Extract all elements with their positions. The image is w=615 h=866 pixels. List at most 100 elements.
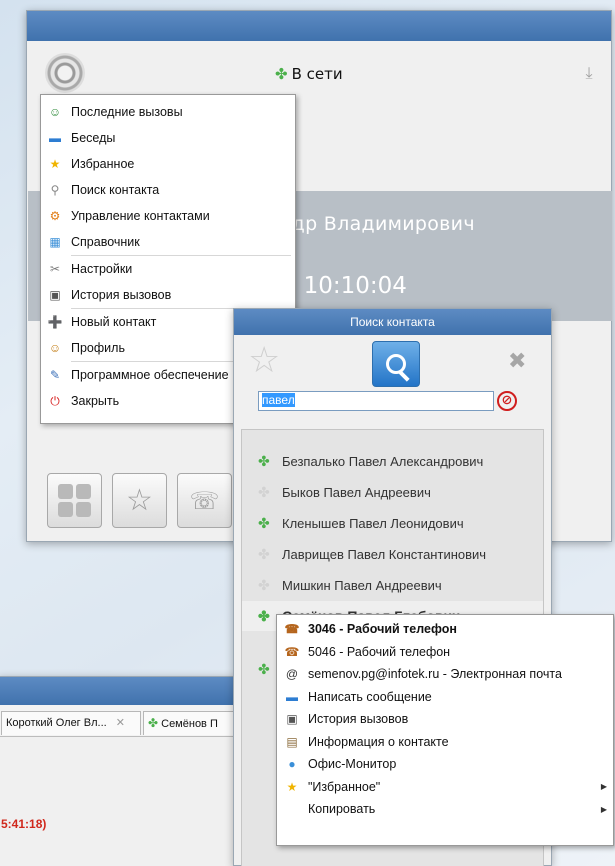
search-query: павел [262, 393, 295, 407]
software-icon: ✎ [49, 368, 61, 382]
menu-item-label: Закрыть [71, 394, 120, 408]
menu-item-label: Последние вызовы [71, 105, 183, 119]
contact-name: Мишкин Павел Андреевич [282, 577, 442, 593]
online-clover-icon: ✤ [258, 452, 270, 469]
chat-titlebar [0, 677, 238, 705]
tab-chat-2[interactable]: ✤ Семёнов П [143, 711, 243, 735]
contact-result-row[interactable]: ✤ Мишкин Павел Андреевич [242, 570, 543, 600]
menu-item[interactable]: ▬ Беседы [41, 125, 295, 151]
context-menu-item[interactable]: ☎ 3046 - Рабочий телефон [277, 618, 613, 641]
offline-clover-icon: ✤ [258, 576, 270, 593]
context-menu-item-label: "Избранное" [308, 779, 381, 794]
online-clover-icon: ✤ [148, 716, 159, 730]
menu-item[interactable]: ▣ История вызовов [41, 282, 295, 308]
menu-item[interactable]: ⚲ Поиск контакта [41, 177, 295, 203]
contact-name: Безпалько Павел Александрович [282, 453, 484, 469]
context-menu-item-label: Офис-Монитор [308, 757, 397, 772]
blank-icon [284, 801, 300, 817]
context-menu-item[interactable]: ▤ Информация о контакте [277, 731, 613, 754]
submenu-arrow-icon: ▶ [600, 804, 607, 814]
search-input[interactable]: павел [258, 391, 494, 411]
clear-search-button[interactable]: ⊘ [497, 391, 517, 411]
people-icon: ☺ [48, 105, 62, 119]
context-menu-item-label: Написать сообщение [308, 689, 432, 704]
presence-status[interactable]: ✤ В сети [275, 65, 343, 83]
history-icon: ▣ [49, 288, 61, 302]
context-menu-item-label: 5046 - Рабочий телефон [308, 644, 451, 659]
favorites-star-icon[interactable]: ☆ [248, 343, 280, 379]
close-app-icon: ⏻ [50, 393, 60, 408]
contact-result-row[interactable]: ✤ Безпалько Павел Александрович [242, 446, 543, 476]
directory-icon: ▦ [49, 235, 61, 249]
menu-item[interactable]: ✂ Настройки [41, 256, 295, 282]
email-icon: @ [285, 667, 299, 682]
contacts-gear-icon: ⚙ [49, 209, 61, 223]
context-menu-item-label: Копировать [308, 802, 376, 817]
context-menu-item[interactable]: ☎ 5046 - Рабочий телефон [277, 641, 613, 664]
search-icon: ⚲ [50, 183, 60, 197]
app-logo-button[interactable] [45, 53, 85, 93]
monitor-icon: ● [288, 757, 296, 772]
contact-name: Кленышев Павел Леонидович [282, 515, 464, 531]
context-menu-item[interactable]: ▣ История вызовов [277, 708, 613, 731]
offline-clover-icon: ✤ [258, 483, 270, 500]
history-icon: ▣ [286, 712, 298, 727]
context-menu-item[interactable]: ★ "Избранное" ▶ [277, 776, 613, 799]
apps-grid-button[interactable] [47, 473, 102, 528]
chat-window: Короткий Олег Вл... ✕ ✤ Семёнов П 5:41:1… [0, 676, 243, 866]
tab-label: Семёнов П [161, 718, 218, 730]
online-clover-icon: ✤ [258, 607, 270, 624]
contact-name: андр Владимирович [267, 213, 475, 235]
star-icon: ★ [49, 157, 61, 171]
tab-chat-1[interactable]: Короткий Олег Вл... ✕ [1, 711, 141, 735]
presence-status-label: В сети [291, 65, 343, 83]
menu-item-label: Новый контакт [71, 315, 157, 329]
menu-item-label: История вызовов [71, 288, 172, 302]
menu-item-label: Избранное [71, 157, 135, 171]
context-menu-item[interactable]: Копировать ▶ [277, 798, 613, 821]
close-icon[interactable]: ✖ [508, 349, 526, 374]
context-menu-item[interactable]: ▬ Написать сообщение [277, 686, 613, 709]
menu-item-label: Беседы [71, 131, 116, 145]
context-menu-item-label: 3046 - Рабочий телефон [308, 622, 457, 637]
contact-context-menu: ☎ 3046 - Рабочий телефон ☎ 5046 - Рабочий т… [276, 614, 614, 846]
download-icon[interactable]: ⤓ [579, 63, 599, 83]
context-menu-item-label: Информация о контакте [308, 734, 449, 749]
recent-calls-button[interactable]: ☏ [177, 473, 232, 528]
phone-icon: ☎ [284, 644, 300, 659]
online-clover-icon: ✤ [258, 514, 270, 531]
menu-item-label: Профиль [71, 341, 125, 355]
main-titlebar [27, 11, 611, 41]
menu-item[interactable]: ⚙ Управление контактами [41, 203, 295, 229]
online-clover-icon: ✤ [258, 660, 270, 677]
star-icon: ★ [286, 779, 298, 794]
contact-result-row[interactable]: ✤ Лаврищев Павел Константинович [242, 539, 543, 569]
menu-item-label: Программное обеспечение [71, 368, 229, 382]
menu-item-label: Поиск контакта [71, 183, 160, 197]
submenu-arrow-icon: ▶ [600, 782, 607, 792]
menu-item[interactable]: ▦ Справочник [41, 229, 295, 255]
add-contact-icon: ➕ [47, 315, 63, 329]
phone-icon: ☎ [284, 622, 300, 637]
search-button[interactable] [372, 341, 420, 387]
contact-result-row[interactable]: ✤ Кленышев Павел Леонидович [242, 508, 543, 538]
message-icon: ▬ [286, 689, 298, 704]
favorites-button[interactable]: ☆ [112, 473, 167, 528]
search-icon [386, 354, 406, 374]
tab-label: Короткий Олег Вл... [6, 717, 107, 729]
context-menu-item-label: История вызовов [308, 712, 409, 727]
search-window-title: Поиск контакта [234, 309, 551, 335]
menu-item[interactable]: ☺ Последние вызовы [41, 99, 295, 125]
tab-close-icon[interactable]: ✕ [116, 717, 125, 729]
contact-name: Лаврищев Павел Константинович [282, 546, 487, 562]
contact-result-row[interactable]: ✤ Быков Павел Андреевич [242, 477, 543, 507]
contact-card-icon: ▤ [286, 734, 298, 749]
context-menu-item[interactable]: ● Офис-Монитор [277, 753, 613, 776]
context-menu-item-label: semenov.pg@infotek.ru - Электронная почт… [308, 667, 562, 682]
context-menu-item[interactable]: @ semenov.pg@infotek.ru - Электронная поч… [277, 663, 613, 686]
menu-item[interactable]: ★ Избранное [41, 151, 295, 177]
offline-clover-icon: ✤ [258, 545, 270, 562]
menu-item-label: Управление контактами [71, 209, 210, 223]
bottom-toolbar: ☆ ☏ [47, 473, 232, 528]
chat-icon: ▬ [49, 131, 61, 145]
